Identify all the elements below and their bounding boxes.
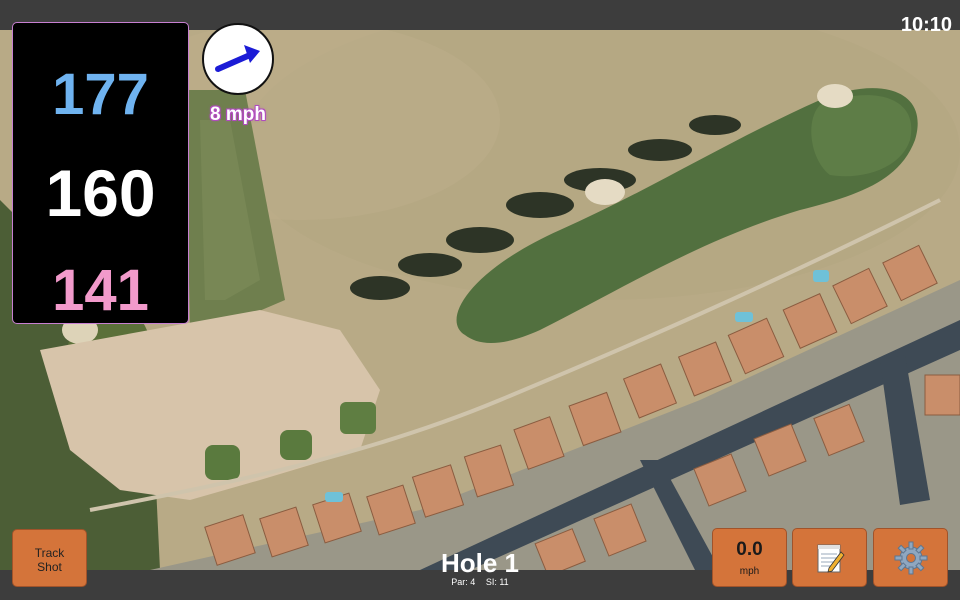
gear-icon [894,541,927,574]
speed-value: 0.0 [736,539,763,560]
hole-par: Par: 4 [451,577,476,587]
hole-info: Par: 4 SI: 11 [380,577,580,587]
speed-unit: mph [739,566,760,577]
arrow-icon [215,45,260,72]
track-shot-label-line2: Shot [37,560,62,574]
golf-gps-screen: 10:10 177 160 141 8 mph Track Shot Hole … [0,0,960,600]
track-shot-button[interactable]: Track Shot [12,529,87,587]
notes-button[interactable] [792,528,867,587]
wind-speed-label: 8 mph [210,104,266,125]
settings-button[interactable] [873,528,948,587]
track-shot-label-line1: Track [34,546,65,560]
distance-front: 141 [52,258,149,323]
hole-stroke-index: SI: 11 [485,577,509,587]
wind-direction-indicator [202,23,274,95]
distance-panel: 177 160 141 [12,22,189,324]
speed-button[interactable]: 0.0 mph [712,528,787,587]
distance-middle: 160 [45,156,156,230]
notepad-icon [817,544,845,573]
distance-back: 177 [52,62,149,127]
hole-title: Hole 1 [440,548,520,578]
clock: 10:10 [900,14,952,36]
